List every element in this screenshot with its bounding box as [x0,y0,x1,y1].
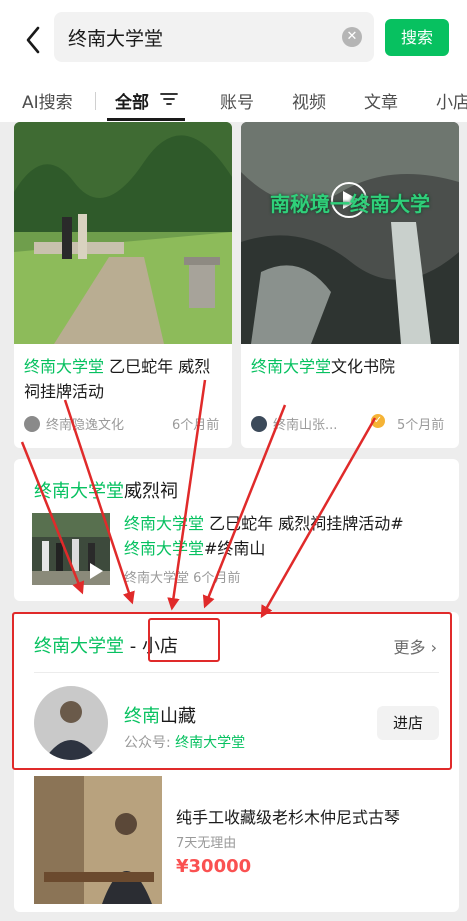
article-title: 终南大学堂威烈祠 [34,477,178,503]
product-price: ¥30000 [176,856,252,877]
video-date: 6个月前 [172,418,220,433]
avatar [24,416,40,432]
annotation-box-store [12,612,452,770]
play-icon [90,563,103,579]
tab-bar: AI搜索 全部 账号 视频 文章 小店 [0,80,467,122]
video-date: 5个月前 [397,418,445,433]
title-highlight: 终南大学堂 [24,357,105,376]
video-card[interactable]: 02:09 ♡ 51 终南大学堂 乙巳蛇年 威烈祠挂牌活动 终南隐逸文化 6个月… [14,122,232,448]
desc-highlight: 终南大学堂 [124,539,205,558]
verified-icon: ✓ [371,414,385,428]
desc-rest: #终南山 [204,539,266,558]
desc-highlight: 终南大学堂 [124,514,205,533]
title-highlight: 终南大学堂 [34,481,124,502]
avatar [251,416,267,432]
article-meta: 终南大学堂 6个月前 [124,567,240,586]
video-title: 终南大学堂文化书院 [251,354,451,379]
tab-accounts[interactable]: 账号 [220,88,254,113]
desc-rest: 乙巳蛇年 威烈祠挂牌活动# [204,514,404,533]
video-thumbnail [14,122,232,344]
tab-videos[interactable]: 视频 [292,88,326,113]
video-meta: 终南隐逸文化 6个月前 [24,414,232,433]
search-button[interactable]: 搜索 [385,19,449,56]
product-tag: 7天无理由 [176,836,237,851]
product-title[interactable]: 纯手工收藏级老杉木仲尼式古琴 [176,804,400,828]
video-title: 终南大学堂 乙巳蛇年 威烈祠挂牌活动 [24,354,224,404]
clear-icon[interactable]: ✕ [342,27,362,47]
back-arrow-icon[interactable] [22,24,46,56]
article-card[interactable]: 终南大学堂威烈祠 终南大学堂 乙巳蛇年 威烈祠挂牌活动# 终南大学堂#终南山 终南… [14,459,459,601]
video-author: 终南隐逸文化 [46,418,125,433]
title-rest: 威烈祠 [124,481,178,502]
title-rest: 文化书院 [331,357,396,376]
video-meta: 终南山张... ✓ 5个月前 [251,414,459,433]
article-date: 6个月前 [193,571,241,586]
search-input[interactable]: 终南大学堂 ✕ [54,12,374,62]
article-source: 终南大学堂 [124,571,190,586]
article-description: 终南大学堂 乙巳蛇年 威烈祠挂牌活动# 终南大学堂#终南山 [124,511,444,561]
tab-divider [95,92,96,110]
title-highlight: 终南大学堂 [251,357,332,376]
filter-icon[interactable] [160,92,178,106]
search-query: 终南大学堂 [68,28,164,50]
video-author: 终南山张... [273,418,338,433]
annotation-box-store-label [148,618,220,662]
tab-all[interactable]: 全部 [115,88,149,113]
video-thumbnail [241,122,459,344]
product-image[interactable] [34,776,162,904]
video-card[interactable]: 南秘境一终南大学 00:32 ♡ 25 终南大学堂文化书院 终南山张... ✓ … [241,122,459,448]
tab-stores[interactable]: 小店 [436,88,467,113]
video-overlay-text: 南秘境一终南大学 [270,192,430,216]
tab-ai-search[interactable]: AI搜索 [22,88,73,113]
tab-articles[interactable]: 文章 [364,88,398,113]
tab-active-indicator [107,118,185,121]
top-bar: 终南大学堂 ✕ 搜索 AI搜索 全部 账号 视频 文章 小店 [0,0,467,122]
